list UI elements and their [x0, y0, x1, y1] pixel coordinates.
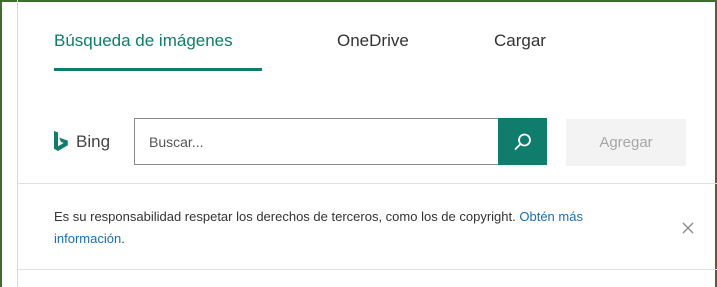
divider	[18, 269, 717, 270]
notice-text: Es su responsabilidad respetar los derec…	[54, 209, 516, 224]
search-button[interactable]	[498, 118, 547, 165]
add-button[interactable]: Agregar	[566, 119, 686, 166]
bing-icon	[54, 131, 68, 151]
search-input[interactable]	[134, 118, 498, 165]
tab-upload[interactable]: Cargar	[494, 30, 546, 52]
tab-image-search[interactable]: Búsqueda de imágenes	[54, 30, 233, 52]
bing-label: Bing	[76, 132, 111, 151]
active-tab-indicator	[54, 68, 262, 71]
divider	[18, 183, 717, 184]
search-icon	[514, 133, 531, 150]
notice-link-suffix: .	[121, 231, 125, 246]
copyright-notice: Es su responsabilidad respetar los derec…	[54, 206, 614, 250]
tab-onedrive[interactable]: OneDrive	[337, 30, 409, 52]
content-left-border	[17, 0, 18, 287]
close-icon	[682, 222, 694, 234]
bing-logo: Bing	[52, 131, 110, 153]
close-button[interactable]	[678, 218, 698, 238]
